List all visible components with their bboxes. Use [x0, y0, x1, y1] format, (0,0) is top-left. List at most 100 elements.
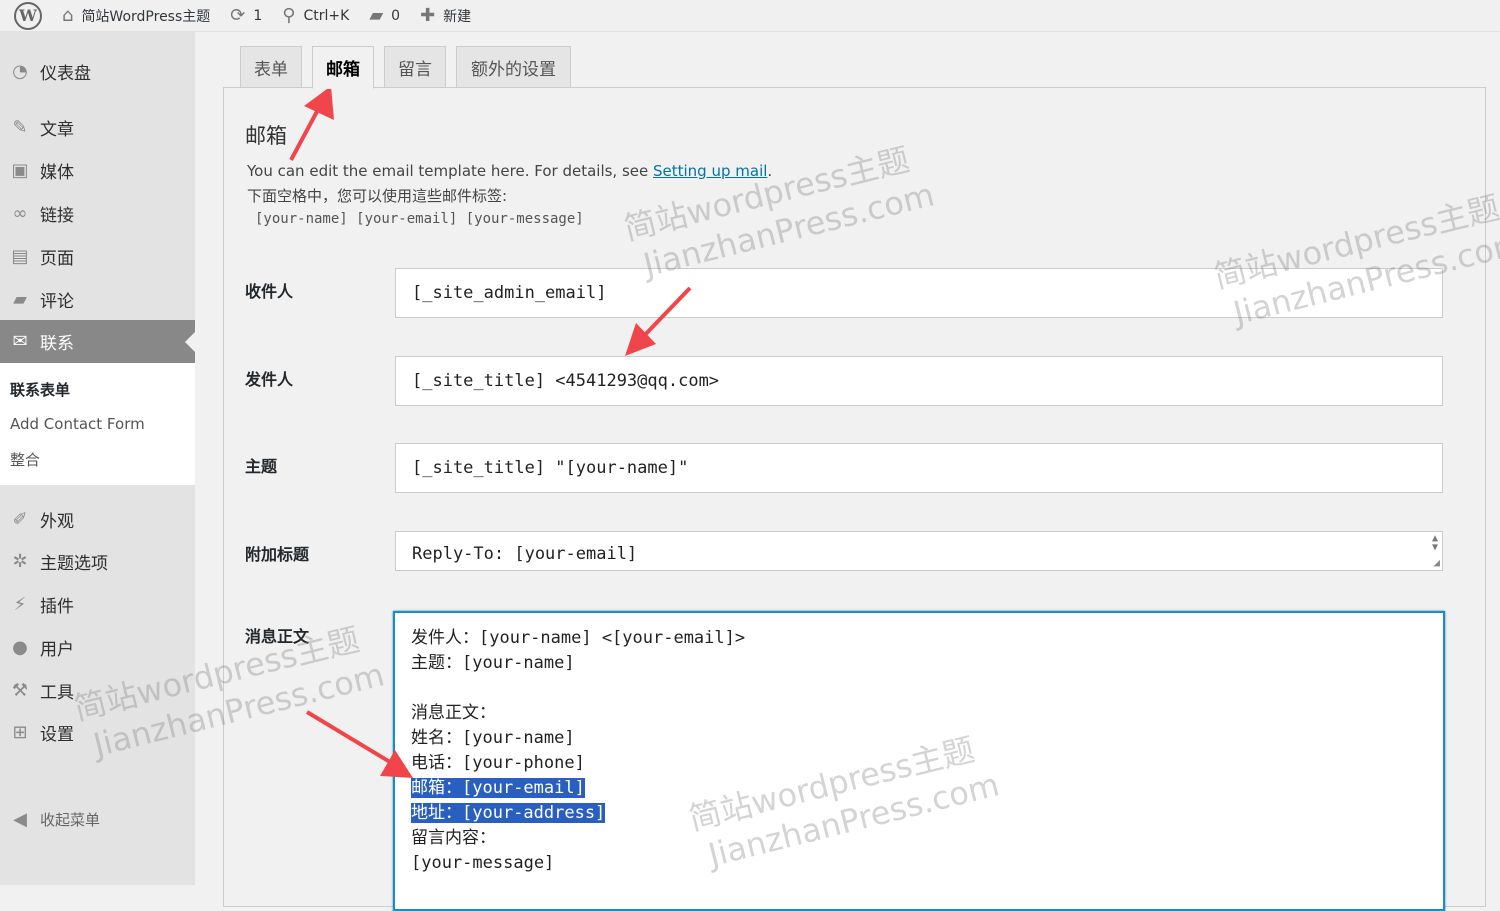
menu-label: 设置: [40, 725, 74, 745]
body-line: [your-message]: [411, 851, 1443, 876]
menu-label: 主题选项: [40, 554, 108, 574]
search-shortcut: Ctrl+K: [303, 7, 350, 24]
body-line-selected: 邮箱：[your-email]: [411, 776, 1443, 801]
page-icon: ▤: [11, 246, 29, 267]
comments-count: 0: [391, 7, 401, 24]
body-line-text: 电话：[your-phone]: [411, 753, 585, 773]
tab-mail[interactable]: 邮箱: [312, 46, 374, 89]
mail-description: You can edit the email template here. Fo…: [247, 162, 772, 180]
brush-icon: ✐: [12, 509, 28, 530]
menu-contact[interactable]: ✉ 联系: [0, 320, 195, 363]
collapse-icon: ◀: [13, 809, 27, 830]
menu-label: 媒体: [40, 163, 74, 183]
to-input[interactable]: [_site_admin_email]: [395, 268, 1443, 318]
admin-bar: W ⌂ 简站WordPress主题 ⟳ 1 ⚲ Ctrl+K ▰ 0 ✚ 新建: [0, 0, 1500, 32]
menu-label: 评论: [40, 292, 74, 312]
resize-grip-icon[interactable]: ◢: [1433, 556, 1440, 569]
desc-suffix: .: [767, 162, 773, 180]
new-label: 新建: [443, 8, 472, 25]
menu-label: 仪表盘: [40, 64, 91, 84]
admin-sidebar: ◔ 仪表盘 ✎ 文章 ▣ 媒体 ∞ 链接 ▤ 页面 ▰ 评论 ✉ 联系 联系表单 Add Co…: [0, 32, 195, 885]
subject-input[interactable]: [_site_title] "[your-name]": [395, 443, 1443, 493]
wordpress-icon: W: [14, 1, 42, 30]
mail-tags-list[interactable]: [your-name] [your-email] [your-message]: [255, 211, 584, 227]
submenu-add-contact-form[interactable]: Add Contact Form: [10, 415, 145, 433]
message-body-textarea[interactable]: 发件人：[your-name] <[your-email]> 主题：[your-…: [393, 611, 1445, 911]
menu-pages[interactable]: ▤ 页面: [0, 235, 195, 278]
from-value: [_site_title] <4541293@qq.com>: [412, 371, 720, 391]
menu-label: 页面: [40, 249, 74, 269]
menu-settings[interactable]: ⊞ 设置: [0, 711, 195, 754]
submenu-integration[interactable]: 整合: [10, 449, 40, 470]
user-icon: ●: [12, 637, 28, 658]
tab-messages[interactable]: 留言: [384, 46, 446, 88]
body-line: 主题：[your-name]: [411, 651, 1443, 676]
menu-comments[interactable]: ▰ 评论: [0, 278, 195, 321]
wordpress-logo[interactable]: W: [0, 0, 52, 32]
gear-icon: ✲: [12, 551, 28, 572]
scroll-arrows-icon[interactable]: ▲ ▼: [1432, 534, 1438, 553]
from-label: 发件人: [245, 370, 294, 389]
new-content-link[interactable]: ✚ 新建: [410, 0, 481, 32]
body-line-text: 消息正文：: [411, 703, 496, 723]
body-line: 留言内容：: [411, 826, 1443, 851]
menu-users[interactable]: ● 用户: [0, 626, 195, 669]
comments-link[interactable]: ▰ 0: [359, 0, 410, 32]
menu-tools[interactable]: ⚒ 工具: [0, 669, 195, 712]
menu-links[interactable]: ∞ 链接: [0, 192, 195, 235]
body-line: 消息正文：: [411, 701, 1443, 726]
additional-headers-textarea[interactable]: Reply-To: [your-email] ▲ ▼ ◢: [395, 531, 1443, 571]
settings-icon: ⊞: [12, 722, 28, 743]
menu-media[interactable]: ▣ 媒体: [0, 149, 195, 192]
from-input[interactable]: [_site_title] <4541293@qq.com>: [395, 356, 1443, 406]
site-name: 简站WordPress主题: [81, 8, 211, 25]
wrench-icon: ⚒: [11, 680, 29, 701]
collapse-menu-button[interactable]: ◀ 收起菜单: [0, 798, 195, 841]
updates-link[interactable]: ⟳ 1: [220, 0, 272, 32]
refresh-icon: ⟳: [230, 5, 246, 26]
updates-count: 1: [253, 7, 263, 24]
home-icon: ⌂: [62, 5, 74, 26]
menu-label: 外观: [40, 512, 74, 532]
body-line-text: [your-message]: [411, 853, 555, 873]
menu-dashboard[interactable]: ◔ 仪表盘: [0, 50, 195, 93]
link-icon: ∞: [12, 203, 28, 224]
subject-value: [_site_title] "[your-name]": [412, 458, 689, 478]
body-line-text: 发件人：[your-name] <[your-email]>: [411, 628, 746, 648]
menu-posts[interactable]: ✎ 文章: [0, 106, 195, 149]
comment-icon: ▰: [13, 289, 27, 310]
menu-plugins[interactable]: ⚡ 插件: [0, 583, 195, 626]
subject-label: 主题: [245, 457, 278, 476]
mail-tags-intro: 下面空格中，您可以使用這些邮件标签:: [247, 187, 508, 205]
body-line: 电话：[your-phone]: [411, 751, 1443, 776]
body-line-text: 地址：[your-address]: [411, 803, 606, 823]
submenu-contact-forms[interactable]: 联系表单: [10, 379, 70, 400]
message-body-label: 消息正文: [245, 627, 310, 646]
additional-headers-label: 附加标题: [245, 545, 310, 564]
menu-appearance[interactable]: ✐ 外观: [0, 498, 195, 541]
body-line: 发件人：[your-name] <[your-email]>: [411, 626, 1443, 651]
site-name-link[interactable]: ⌂ 简站WordPress主题: [52, 0, 220, 32]
setting-up-mail-link[interactable]: Setting up mail: [653, 162, 767, 180]
mail-section-title: 邮箱: [245, 124, 287, 148]
body-line-text: 主题：[your-name]: [411, 653, 575, 673]
plugin-icon: ⚡: [13, 594, 27, 615]
menu-label: 链接: [40, 206, 74, 226]
comment-icon: ▰: [369, 5, 384, 26]
contact-submenu: 联系表单 Add Contact Form 整合: [0, 363, 195, 485]
to-value: [_site_admin_email]: [412, 283, 607, 303]
body-line: [411, 676, 1443, 701]
collapse-label: 收起菜单: [40, 811, 101, 829]
headers-value: Reply-To: [your-email]: [412, 544, 638, 564]
media-icon: ▣: [11, 160, 29, 181]
menu-label: 插件: [40, 597, 74, 617]
pin-icon: ✎: [12, 117, 28, 138]
body-line-text: 姓名：[your-name]: [411, 728, 575, 748]
mail-icon: ✉: [12, 331, 28, 352]
search-link[interactable]: ⚲ Ctrl+K: [272, 0, 359, 32]
tab-form[interactable]: 表单: [240, 46, 302, 88]
menu-label: 文章: [40, 120, 74, 140]
body-line-text: 留言内容：: [411, 828, 496, 848]
tab-additional-settings[interactable]: 额外的设置: [456, 46, 571, 88]
menu-theme-options[interactable]: ✲ 主题选项: [0, 540, 195, 583]
